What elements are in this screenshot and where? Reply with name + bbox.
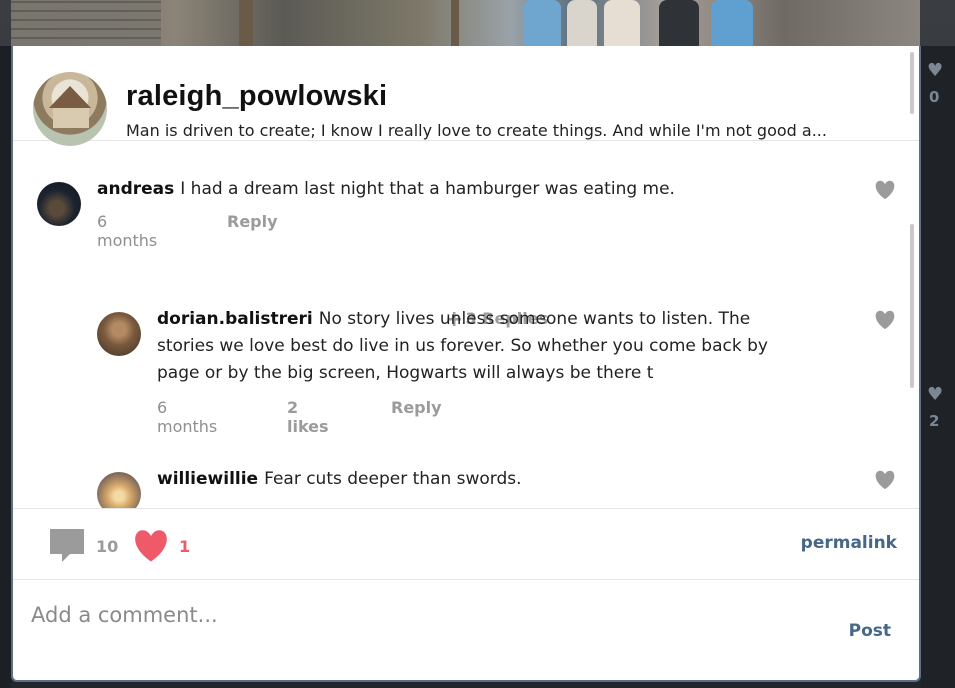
owner-username[interactable]: raleigh_powlowski: [126, 80, 387, 113]
comments-list: andreas I had a dream last night that a h…: [13, 142, 919, 508]
background-left-strip: [0, 46, 11, 688]
reply-text-line: No story lives unless someone wants to l…: [318, 309, 751, 329]
post-photo: [11, 0, 920, 46]
comment-text: I had a dream last night that a hamburge…: [180, 179, 675, 199]
background-count-top: 0: [929, 88, 940, 106]
replier-avatar[interactable]: [97, 472, 141, 508]
reply-button[interactable]: Reply: [391, 398, 442, 417]
reply-text-line: page or by the big screen, Hogwarts will…: [157, 363, 654, 383]
background-heart-icon: ♥: [927, 60, 944, 81]
reply-text: Fear cuts deeper than swords.: [264, 469, 522, 489]
comment-username[interactable]: andreas: [97, 179, 174, 199]
comment-count: 10: [96, 537, 119, 556]
replier-avatar[interactable]: [97, 312, 141, 356]
reply-button[interactable]: Reply: [227, 212, 278, 231]
reply-text-line: stories we love best do live in us forev…: [157, 336, 768, 356]
heart-icon[interactable]: [874, 180, 896, 200]
background-right-strip: ♥ 0 ♥ 2: [921, 46, 955, 688]
heart-icon[interactable]: [874, 310, 896, 330]
comment-time: 6 months: [97, 212, 158, 250]
reply-time: 6 months: [157, 398, 218, 436]
owner-bio: Man is driven to create; I know I really…: [126, 121, 827, 140]
post-card: raleigh_powlowski Man is driven to creat…: [11, 46, 921, 682]
reply-username[interactable]: dorian.balistreri: [157, 309, 313, 329]
post-comment-button[interactable]: Post: [849, 621, 891, 641]
heart-icon[interactable]: [874, 470, 896, 490]
commenter-avatar[interactable]: [37, 182, 81, 226]
background-count-bottom: 2: [929, 412, 940, 430]
add-comment-input[interactable]: [31, 600, 791, 630]
post-header: raleigh_powlowski Man is driven to creat…: [13, 46, 919, 146]
background-heart-icon: ♥: [927, 384, 944, 405]
reply-likes[interactable]: 2 likes: [287, 398, 329, 436]
permalink-link[interactable]: permalink: [801, 533, 897, 553]
like-heart-icon[interactable]: [132, 529, 170, 563]
comments-scrollbar[interactable]: [910, 224, 914, 388]
post-actions-bar: 10 1 permalink: [13, 508, 919, 580]
header-scrollbar[interactable]: [910, 52, 914, 114]
reply-username[interactable]: williewillie: [157, 469, 258, 489]
like-count: 1: [179, 537, 191, 556]
owner-avatar[interactable]: [33, 72, 107, 146]
comment-icon[interactable]: [48, 527, 86, 563]
